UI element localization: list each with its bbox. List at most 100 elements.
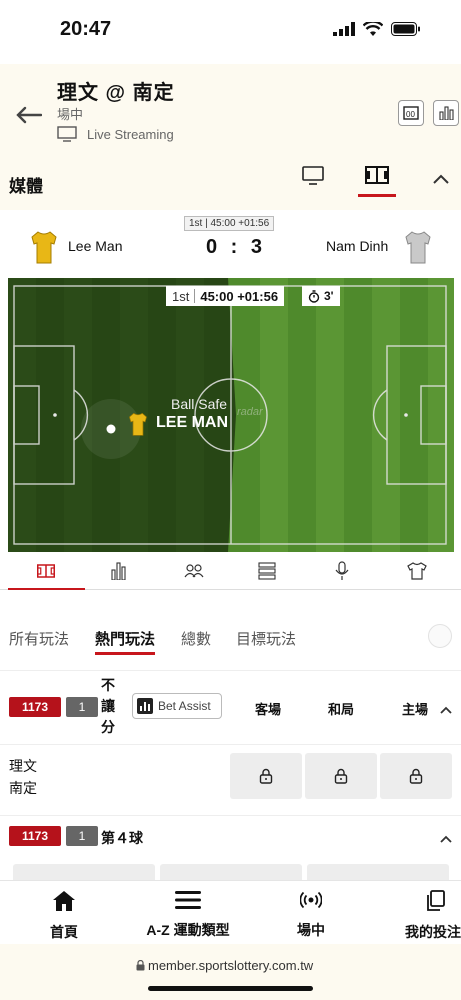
clock-divider (194, 289, 196, 303)
nav-home-label: 首頁 (50, 924, 78, 940)
match-title: 理文 @ 南定 (57, 82, 175, 104)
match-header: 理文 @ 南定 場中 Live Streaming 00 (0, 64, 461, 154)
pitch-period: 1st (172, 288, 190, 304)
pitch-icon (365, 166, 389, 184)
video-tab[interactable] (302, 166, 324, 191)
status-time: 20:47 (60, 18, 112, 40)
commentary-tab[interactable] (335, 561, 349, 586)
monitor-icon (302, 166, 324, 185)
tracker-pitch-tab[interactable] (37, 564, 55, 583)
bar-chart-icon (137, 698, 153, 714)
tracker-tab-indicator (8, 588, 85, 590)
bet-tab-indicator (95, 652, 155, 655)
match-status: 場中 (57, 107, 84, 122)
collapse-chevron-icon[interactable] (440, 830, 452, 848)
tv-icon (57, 126, 77, 142)
home-icon (53, 891, 75, 911)
pitch-clock: 1st 45:00 +01:56 (166, 286, 285, 306)
status-bar: 20:47 (0, 0, 461, 64)
collapse-chevron-icon[interactable] (432, 172, 450, 190)
live-streaming-link[interactable]: Live Streaming (57, 126, 174, 142)
menu-icon (175, 891, 201, 909)
media-tab-indicator (358, 194, 396, 197)
column-away: 客場 (255, 702, 282, 717)
media-section-header: 媒體 (0, 154, 461, 210)
odds-cell-away[interactable] (230, 753, 302, 799)
nav-home[interactable]: 首頁 (48, 889, 80, 942)
away-jersey-icon (404, 230, 432, 269)
market-number-badge: 1 (66, 697, 98, 717)
event-id-badge: 1173 (9, 826, 61, 846)
browser-url-bar: member.sportslottery.com.tw (0, 944, 461, 1000)
wifi-icon (363, 22, 383, 36)
stats-tab[interactable] (111, 562, 127, 585)
column-draw: 和局 (328, 702, 355, 717)
bottom-nav: 首頁 A-Z 運動類型 場中 我的投注 (0, 880, 461, 944)
svg-text:00: 00 (406, 110, 415, 119)
teams-stack: 理文 南定 (9, 755, 37, 799)
tab-totals[interactable]: 總數 (181, 628, 211, 649)
event-team: LEE MAN (156, 414, 228, 431)
broadcast-icon (299, 891, 323, 909)
market-header-moneyline: 1173 1 不讓分 Bet Assist 客場 和局 主場 (0, 670, 461, 744)
column-home: 主場 (402, 702, 429, 717)
media-label: 媒體 (9, 177, 43, 196)
bar-chart-icon (111, 562, 126, 581)
match-tracker-pitch: 1st 45:00 +01:56 3' Ball Safe LEE MAN ra… (8, 278, 454, 552)
market-number-badge: 1 (66, 826, 98, 846)
bar-chart-icon (439, 106, 454, 120)
standings-tab[interactable] (258, 562, 276, 585)
tracker-tab[interactable] (365, 166, 389, 189)
collapse-chevron-icon[interactable] (440, 701, 452, 719)
bet-assist-label: Bet Assist (158, 699, 211, 713)
live-streaming-label: Live Streaming (87, 126, 174, 142)
bet-assist-button[interactable]: Bet Assist (132, 693, 222, 719)
odds-row: 理文 南定 (0, 744, 461, 806)
pitch-graphic (8, 278, 454, 552)
pitch-time: 45:00 +01:56 (200, 288, 279, 304)
tab-hot-markets[interactable]: 熱門玩法 (95, 628, 155, 649)
tab-goal-markets[interactable]: 目標玩法 (236, 628, 296, 649)
odds-cell-home[interactable] (380, 753, 452, 799)
odds-cell-draw[interactable] (305, 753, 377, 799)
stoppage-time-chip: 3' (302, 286, 340, 306)
kit-tab[interactable] (407, 562, 427, 585)
nav-live[interactable]: 場中 (294, 889, 328, 940)
market-header-fourth-goal: 1173 1 第４球 (0, 815, 461, 882)
table-list-icon (258, 562, 276, 580)
match-score: 0 : 3 (206, 236, 267, 258)
home-team-name: Lee Man (68, 238, 123, 254)
lock-icon (334, 768, 348, 784)
lock-icon (259, 768, 273, 784)
scoreboard-icon: 00 (403, 106, 419, 120)
bet-category-tabs: 所有玩法 熱門玩法 總數 目標玩法 (0, 610, 461, 660)
battery-icon (391, 22, 420, 36)
odds-team-2: 南定 (9, 780, 37, 796)
market-label: 不讓分 (101, 677, 115, 735)
filter-circle-button[interactable] (428, 624, 452, 648)
period-chip: 1st | 45:00 +01:56 (184, 216, 275, 231)
status-icons (333, 22, 421, 36)
provider-watermark: radar (237, 406, 263, 418)
tracker-tabs (0, 556, 461, 590)
tab-all-markets[interactable]: 所有玩法 (9, 628, 69, 649)
home-indicator[interactable] (148, 986, 313, 991)
lock-icon (409, 768, 423, 784)
odds-team-1: 理文 (9, 758, 37, 774)
market-label: 第４球 (101, 830, 143, 846)
back-arrow-icon[interactable] (16, 100, 43, 131)
nav-sports[interactable]: A-Z 運動類型 (138, 889, 238, 940)
event-id-badge: 1173 (9, 697, 61, 717)
nav-my-bets[interactable]: 我的投注 (405, 889, 461, 942)
nav-sports-label: A-Z 運動類型 (146, 922, 230, 938)
lineups-tab[interactable] (184, 564, 204, 583)
scoreboard-toggle-button[interactable]: 00 (398, 100, 424, 126)
url-text: member.sportslottery.com.tw (148, 958, 314, 973)
url-display[interactable]: member.sportslottery.com.tw (136, 958, 313, 973)
nav-my-bets-label: 我的投注 (405, 924, 461, 940)
away-team-name: Nam Dinh (326, 238, 389, 254)
pitch-icon (37, 564, 55, 578)
scoreboard: 1st | 45:00 +01:56 Lee Man 0 : 3 Nam Din… (0, 210, 461, 278)
stats-toggle-button[interactable] (433, 100, 459, 126)
home-jersey-icon (30, 230, 58, 269)
